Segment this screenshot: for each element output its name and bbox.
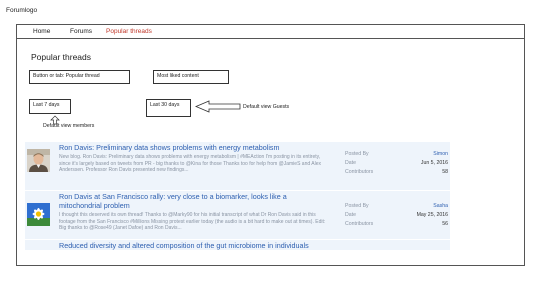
contributors-label: Contributors <box>345 221 374 227</box>
posted-by-user[interactable]: Simon <box>433 150 448 159</box>
page-title: Popular threads <box>31 52 92 62</box>
default-view-members-note: Default view members <box>43 123 95 129</box>
thread-meta: Posted By Sasha Date May 25, 2016 Contribu… <box>345 202 448 229</box>
thread-title[interactable]: Ron Davis: Preliminary data shows proble… <box>59 143 329 153</box>
thread-title[interactable]: Ron Davis at San Francisco rally: very c… <box>59 192 329 210</box>
last-7-days-box[interactable]: Last 7 days <box>29 99 71 114</box>
avatar <box>27 203 50 226</box>
thread-row[interactable]: Ron Davis: Preliminary data shows proble… <box>25 142 450 190</box>
most-liked-box[interactable]: Most liked content <box>153 70 229 84</box>
contributors-label: Contributors <box>345 169 374 175</box>
avatar <box>27 149 50 172</box>
date-label: Date <box>345 212 356 218</box>
thread-meta: Posted By Simon Date Jun 5, 2016 Contribut… <box>345 150 448 177</box>
nav-home[interactable]: Home <box>33 28 50 35</box>
thread-date: May 25, 2016 <box>416 212 448 218</box>
last-30-days-box[interactable]: Last 30 days <box>146 99 191 117</box>
thread-row[interactable]: Ron Davis at San Francisco rally: very c… <box>25 191 450 239</box>
popular-thread-box[interactable]: Button or tab: Popular thread <box>29 70 130 84</box>
thread-title[interactable]: Reduced diversity and altered compositio… <box>59 241 359 250</box>
thread-snippet: New blog. Ron Davis: Preliminary data sh… <box>59 154 321 174</box>
top-nav: Home Forums Popular threads <box>16 24 525 38</box>
thread-snippet: I thought this deserved its own thread! … <box>59 212 326 232</box>
thread-row[interactable]: Reduced diversity and altered compositio… <box>25 240 450 250</box>
thread-date: Jun 5, 2016 <box>420 160 448 166</box>
nav-popular-threads[interactable]: Popular threads <box>106 28 152 35</box>
contributors-count: 56 <box>442 221 448 227</box>
posted-by-user[interactable]: Sasha <box>433 202 448 211</box>
contributors-count: 58 <box>442 169 448 175</box>
posted-by-label: Posted By <box>345 203 369 209</box>
default-view-guests-note: Default view Guests <box>243 104 290 110</box>
forum-logo[interactable]: Forumlogo <box>6 7 37 14</box>
main-panel: Popular threads Button or tab: Popular t… <box>16 38 525 266</box>
left-arrow-icon <box>195 100 241 113</box>
posted-by-label: Posted By <box>345 151 369 157</box>
nav-forums[interactable]: Forums <box>70 28 92 35</box>
date-label: Date <box>345 160 356 166</box>
